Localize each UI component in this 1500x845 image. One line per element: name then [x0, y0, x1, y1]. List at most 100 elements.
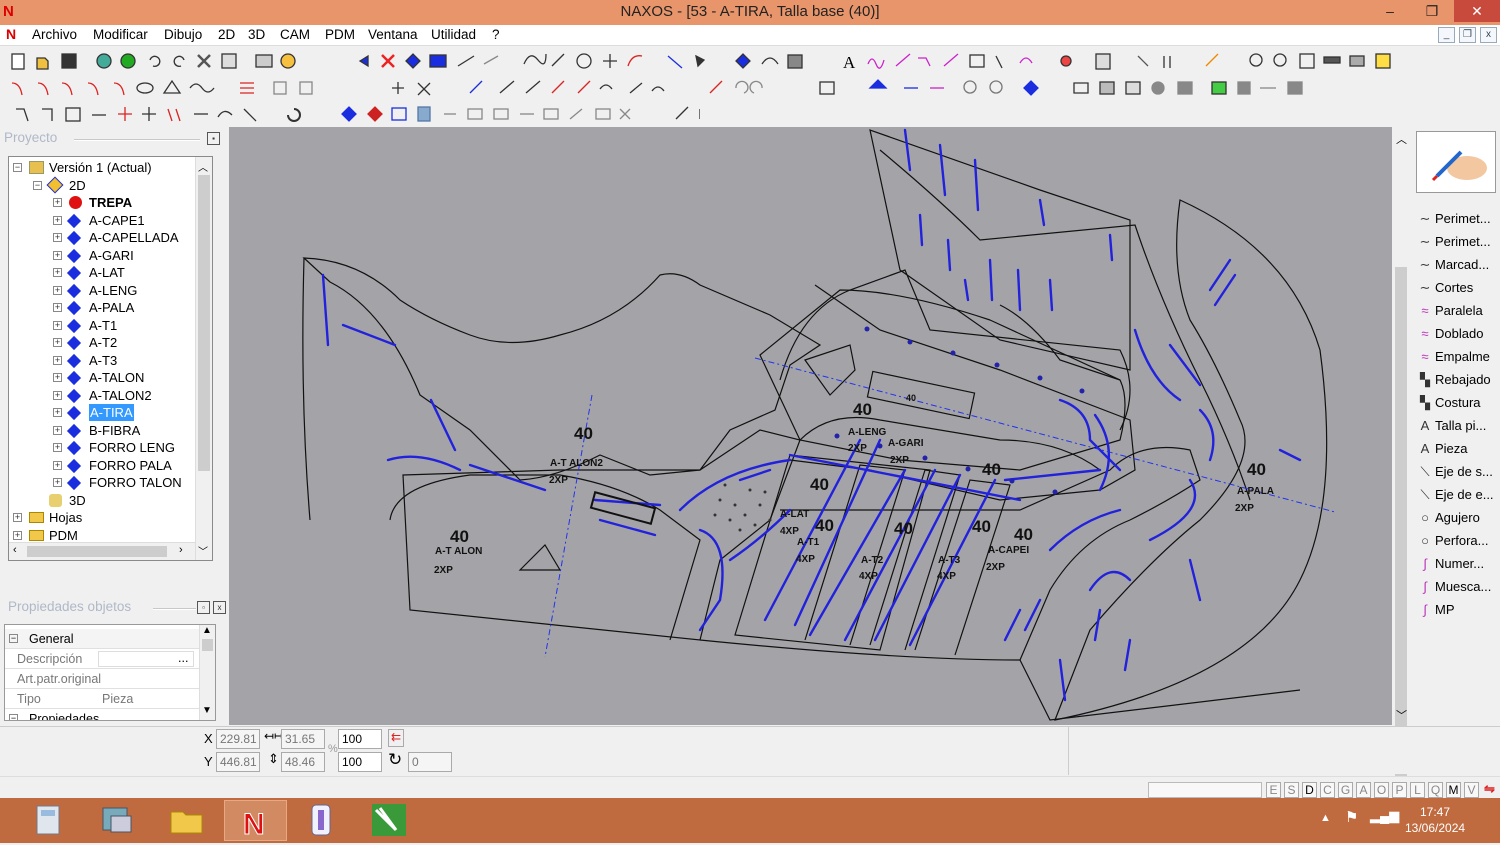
project-tree[interactable]: − Versión 1 (Actual) −2D + TREPA + A-CAPE1 + A-C… [8, 156, 213, 561]
scale-icon[interactable]: ⇇ [388, 729, 404, 747]
clock[interactable]: 17:47 13/06/2024 [1405, 804, 1465, 836]
tree-expander-icon[interactable]: + [53, 338, 62, 347]
mode-toggle-l[interactable]: L [1410, 782, 1425, 798]
mode-toggle-e[interactable]: E [1266, 782, 1281, 798]
tree-item[interactable]: + Hojas [9, 509, 195, 526]
tree-item[interactable]: + A-T3 [9, 352, 195, 369]
prop-row-art-patr[interactable]: Art.patr.original [5, 669, 199, 689]
tree-item[interactable]: + A-TIRA [9, 404, 195, 421]
x-coordinate-field[interactable]: 229.81 [216, 729, 260, 749]
collapse-icon[interactable]: − [9, 714, 18, 720]
tool-splice-button[interactable]: ≈ Empalme [1415, 346, 1497, 368]
tree-expander-icon[interactable]: + [53, 460, 62, 470]
mdi-close-button[interactable]: x [1480, 27, 1497, 43]
tree-hscroll-thumb[interactable] [27, 546, 167, 557]
mode-toggle-v[interactable]: V [1464, 782, 1479, 798]
tree-expander-icon[interactable]: + [53, 233, 62, 242]
tool-marker-button[interactable]: ∼ Marcad... [1415, 254, 1497, 276]
tree-expander-icon[interactable]: + [53, 268, 62, 277]
tree-item[interactable]: + A-LENG [9, 282, 195, 299]
tree-item[interactable]: + A-LAT [9, 264, 195, 281]
tree-expander-icon[interactable]: + [53, 408, 62, 417]
rotate-field-icon[interactable]: ↻ [388, 750, 402, 770]
tool-cuts-button[interactable]: ∼ Cortes [1415, 277, 1497, 299]
tree-item[interactable]: + A-TALON2 [9, 387, 195, 404]
prop-row-tipo[interactable]: Tipo Pieza [5, 689, 199, 709]
float-icon[interactable]: ▫ [197, 601, 210, 614]
tree-item[interactable]: − 2D [9, 176, 195, 194]
scale-x-field[interactable]: 100 [338, 729, 382, 749]
doc-logo-icon[interactable]: N [6, 26, 16, 42]
tree-expander-icon[interactable]: − [13, 163, 22, 172]
close-panel-icon[interactable]: x [213, 601, 226, 614]
scroll-right-icon[interactable]: › [179, 544, 183, 556]
flag-icon[interactable]: ⚑ [1345, 808, 1358, 826]
tree-item[interactable]: + FORRO TALON [9, 474, 195, 491]
tool-skiving-button[interactable]: ▚ Rebajado [1415, 369, 1497, 391]
scale-y-field[interactable]: 100 [338, 752, 382, 772]
menu-dibujo[interactable]: Dibujo [164, 27, 202, 42]
rotation-field[interactable]: 0 [408, 752, 452, 772]
y-coordinate-field[interactable]: 446.81 [216, 752, 260, 772]
tool-size-text-button[interactable]: A Talla pi... [1415, 415, 1497, 437]
tree-item[interactable]: − Versión 1 (Actual) [9, 159, 195, 176]
mdi-restore-button[interactable]: ❐ [1459, 27, 1476, 43]
tool-numbering-button[interactable]: ∫ Numer... [1415, 553, 1497, 575]
prop-row-descripcion[interactable]: Descripción ... [5, 649, 199, 669]
tree-item[interactable]: + A-CAPE1 [9, 212, 195, 229]
tree-item[interactable]: + B-FIBRA [9, 422, 195, 439]
mode-toggle-a[interactable]: A [1356, 782, 1371, 798]
tool-notch-button[interactable]: ∫ Muesca... [1415, 576, 1497, 598]
tray-arrow-icon[interactable]: ▲ [1320, 812, 1331, 824]
tree-expander-icon[interactable]: + [53, 285, 62, 295]
explorer-task-button[interactable] [85, 800, 148, 841]
menu-archivo[interactable]: Archivo [32, 27, 77, 42]
tree-expander-icon[interactable]: + [53, 425, 62, 435]
height-field[interactable]: 48.46 [281, 752, 325, 772]
tree-expander-icon[interactable]: + [53, 355, 62, 365]
tree-item[interactable]: + TREPA [9, 194, 195, 211]
tree-vscrollbar[interactable]: ︿ ﹀ [195, 157, 212, 560]
tree-hscrollbar[interactable]: ‹ › [9, 542, 195, 560]
mode-toggle-o[interactable]: O [1374, 782, 1389, 798]
mode-toggle-m[interactable]: M [1446, 782, 1461, 798]
tree-expander-icon[interactable]: + [53, 303, 62, 312]
green-app-task-button[interactable] [358, 800, 421, 841]
naxos-task-button[interactable]: N [224, 800, 287, 842]
tool-axis-button[interactable]: ⟍ Eje de s... [1415, 461, 1497, 483]
mode-toggle-p[interactable]: P [1392, 782, 1407, 798]
tree-item[interactable]: + PDM [9, 527, 195, 544]
tree-scroll-thumb[interactable] [198, 175, 210, 471]
props-vscrollbar[interactable]: ▲ ▼ [199, 625, 215, 720]
tool-mp-button[interactable]: ∫ MP [1415, 599, 1497, 621]
mode-toggle-g[interactable]: G [1338, 782, 1353, 798]
close-button[interactable]: ✕ [1454, 0, 1500, 22]
tree-item[interactable]: + FORRO LENG [9, 439, 195, 456]
drawing-canvas[interactable]: 40 A-T ALON2 2XP 40 A-T ALON 2XP 40 A-LENG 2XP A-… [229, 127, 1392, 725]
tree-item[interactable]: + A-TALON [9, 369, 195, 386]
section-propiedades[interactable]: − Propiedades [5, 709, 199, 720]
tree-expander-icon[interactable]: − [33, 180, 42, 190]
mode-toggle-q[interactable]: Q [1428, 782, 1443, 798]
scroll-up-icon[interactable]: ︿ [1396, 131, 1407, 147]
width-field[interactable]: 31.65 [281, 729, 325, 749]
mode-toggle-d[interactable]: D [1302, 782, 1317, 798]
minimize-button[interactable]: – [1370, 0, 1410, 22]
tree-item[interactable]: 3D [9, 492, 195, 509]
tree-expander-icon[interactable]: + [53, 215, 62, 225]
scroll-left-icon[interactable]: ‹ [13, 544, 17, 556]
tree-expander-icon[interactable]: + [13, 513, 22, 522]
tool-hole-button[interactable]: ○ Agujero [1415, 507, 1497, 529]
collapse-icon[interactable]: − [9, 634, 18, 643]
menu-3d[interactable]: 3D [248, 27, 265, 42]
mdi-minimize-button[interactable]: _ [1438, 27, 1455, 43]
naxos-mode-icon[interactable]: ⇋ [1484, 781, 1495, 797]
tool-piece-text-button[interactable]: A Pieza [1415, 438, 1497, 460]
section-general[interactable]: − General [5, 629, 199, 649]
menu-cam[interactable]: CAM [280, 27, 310, 42]
ellipsis-button[interactable]: ... [178, 651, 188, 665]
menu-utilidad[interactable]: Utilidad [431, 27, 476, 42]
tree-item[interactable]: + A-T1 [9, 317, 195, 334]
tool-axis-button[interactable]: ⟍ Eje de e... [1415, 484, 1497, 506]
tree-expander-icon[interactable]: + [53, 390, 62, 400]
